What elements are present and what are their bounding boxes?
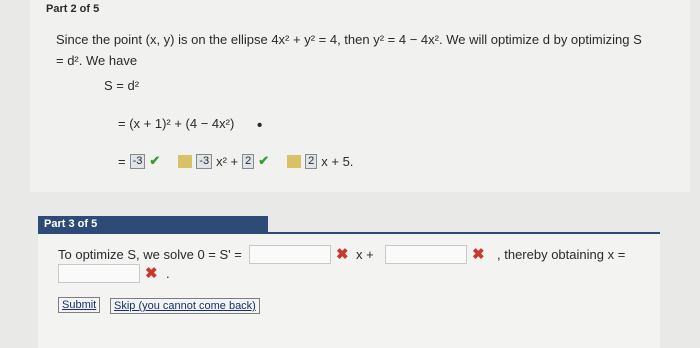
problem-text-line2: = d². We have bbox=[56, 53, 138, 68]
answer-box-4[interactable]: 2 bbox=[305, 153, 318, 169]
problem-text-line1: Since the point (x, y) is on the ellipse… bbox=[56, 32, 642, 47]
part3-prompt-end: , thereby obtaining x = bbox=[497, 247, 626, 262]
s-prime-coefficient-input[interactable] bbox=[249, 245, 331, 264]
part3-prompt-start: To optimize S, we solve 0 = S' = bbox=[58, 247, 242, 262]
period-text: . bbox=[166, 266, 170, 281]
equation-s: S = d² bbox=[104, 78, 140, 93]
incorrect-icon: ✖ bbox=[472, 246, 485, 263]
x-value-input[interactable] bbox=[58, 264, 140, 283]
equation-line3: = -3 ✔ -3 x² + 2 ✔ 2 x + 5. bbox=[118, 153, 353, 169]
answer-box-3[interactable]: 2 bbox=[242, 153, 255, 169]
check-icon: ✔ bbox=[149, 153, 161, 168]
s-prime-constant-input[interactable] bbox=[385, 245, 467, 264]
part2-header: Part 2 of 5 bbox=[46, 3, 100, 15]
answer-box-2[interactable]: -3 bbox=[196, 153, 213, 169]
term-x-squared: x² + bbox=[216, 153, 239, 169]
part3-prompt-mid: x + bbox=[356, 247, 374, 262]
incorrect-icon: ✖ bbox=[336, 246, 349, 263]
hint-icon[interactable] bbox=[178, 154, 193, 168]
bullet-mark: • bbox=[257, 117, 263, 134]
equation-line2: = (x + 1)² + (4 − 4x²) bbox=[118, 116, 235, 131]
hint-icon[interactable] bbox=[287, 154, 302, 168]
check-icon: ✔ bbox=[258, 153, 270, 168]
skip-button[interactable]: Skip (you cannot come back) bbox=[110, 298, 260, 314]
incorrect-icon: ✖ bbox=[145, 265, 158, 282]
answer-box-1[interactable]: -3 bbox=[129, 153, 146, 169]
equals-sign: = bbox=[118, 153, 126, 169]
term-x-plus-5: x + 5. bbox=[321, 153, 354, 169]
submit-button[interactable]: Submit bbox=[58, 297, 101, 313]
